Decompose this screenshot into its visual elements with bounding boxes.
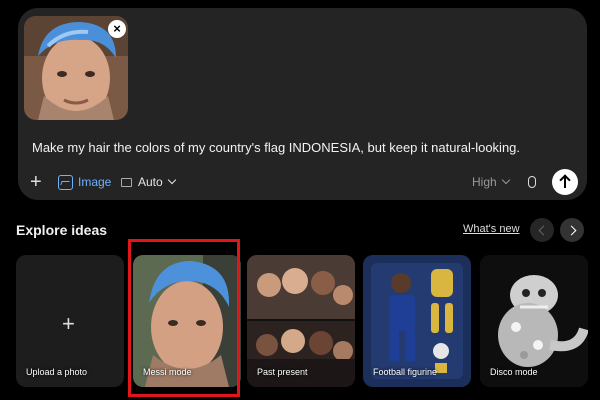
image-tool-button[interactable]: Image xyxy=(58,168,111,196)
card-label: Upload a photo xyxy=(26,367,88,377)
aspect-ratio-label: Auto xyxy=(138,175,163,189)
explore-ideas-heading: Explore ideas xyxy=(16,222,108,238)
image-icon xyxy=(58,174,73,190)
card-label: Disco mode xyxy=(490,367,538,377)
send-button[interactable] xyxy=(552,169,578,195)
card-label: Messi mode xyxy=(143,367,192,377)
card-label: Past present xyxy=(257,367,308,377)
quality-dropdown[interactable]: High xyxy=(472,168,510,196)
carousel-prev-button[interactable] xyxy=(530,218,554,242)
chevron-left-icon xyxy=(538,225,549,236)
composer-toolbar: + Image Auto High xyxy=(18,168,587,196)
past-present-card[interactable]: Past present xyxy=(247,255,355,387)
chevron-down-icon xyxy=(167,175,176,185)
prompt-input[interactable]: Make my hair the colors of my country's … xyxy=(32,140,520,155)
chevron-down-icon xyxy=(501,175,510,185)
add-plus-icon[interactable]: + xyxy=(30,168,42,196)
messi-mode-card[interactable]: Messi mode xyxy=(133,255,241,387)
remove-attachment-close-icon[interactable]: × xyxy=(108,20,126,38)
plus-icon: + xyxy=(62,311,75,336)
ideas-carousel: + Upload a photo Messi mode Past present… xyxy=(16,255,600,391)
upload-photo-card[interactable]: + Upload a photo xyxy=(16,255,124,387)
carousel-next-button[interactable] xyxy=(560,218,584,242)
microphone-icon[interactable] xyxy=(526,168,538,196)
disco-mode-card[interactable]: Disco mode xyxy=(480,255,588,387)
whats-new-link[interactable]: What's new xyxy=(463,223,520,235)
prompt-composer: × Make my hair the colors of my country'… xyxy=(18,8,587,200)
chevron-right-icon xyxy=(566,225,577,236)
card-label: Football figurine xyxy=(373,367,438,377)
image-tool-label: Image xyxy=(78,175,112,189)
aspect-ratio-icon xyxy=(121,177,132,187)
quality-label: High xyxy=(472,175,497,189)
aspect-ratio-dropdown[interactable]: Auto xyxy=(121,168,176,196)
football-figurine-card[interactable]: Football figurine xyxy=(363,255,471,387)
